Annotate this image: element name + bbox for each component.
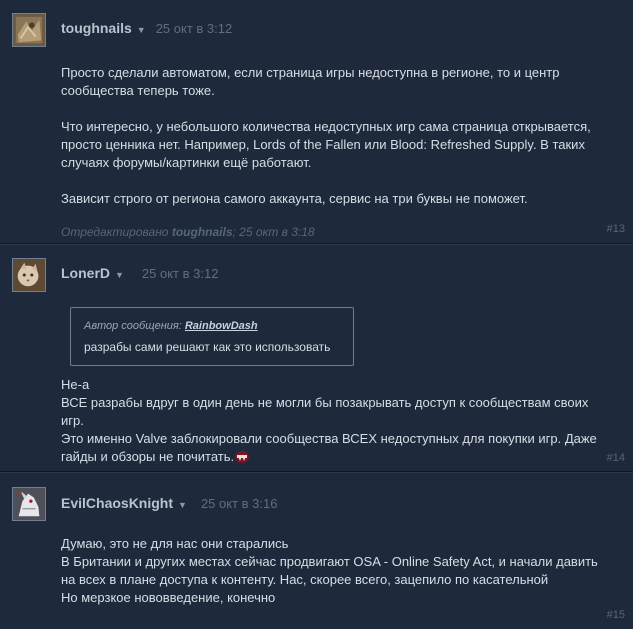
quote-author[interactable]: RainbowDash xyxy=(185,320,258,332)
post-header: EvilChaosKnight ▼ 25 окт в 3:16 xyxy=(0,473,633,521)
post-header: toughnails ▼ 25 окт в 3:12 xyxy=(0,0,633,47)
post-body: Автор сообщения: RainbowDash разрабы сам… xyxy=(0,281,607,466)
comment-post: LonerD ▼ 25 окт в 3:12 Автор сообщения: … xyxy=(0,244,633,472)
comment-post: EvilChaosKnight ▼ 25 окт в 3:16 Думаю, э… xyxy=(0,472,633,629)
quote-block: Автор сообщения: RainbowDash разрабы сам… xyxy=(70,307,354,366)
post-header: LonerD ▼ 25 окт в 3:12 xyxy=(0,245,633,292)
post-line: Думаю, это не для нас они старались xyxy=(61,536,289,551)
post-number[interactable]: #13 xyxy=(607,223,625,235)
author-name[interactable]: LonerD xyxy=(61,265,110,281)
post-line-text: Это именно Valve заблокировали сообществ… xyxy=(61,431,597,464)
post-body: Думаю, это не для нас они старались В Бр… xyxy=(0,509,607,607)
post-line: Это именно Valve заблокировали сообществ… xyxy=(61,430,607,466)
comment-thread: toughnails ▼ 25 окт в 3:12 Просто сделал… xyxy=(0,0,633,629)
post-line: В Британии и других местах сейчас продви… xyxy=(61,554,598,587)
post-timestamp: 25 окт в 3:12 xyxy=(141,266,219,281)
avatar[interactable] xyxy=(12,13,46,47)
post-paragraph: Что интересно, у небольшого количества н… xyxy=(61,119,591,170)
author-row: LonerD ▼ 25 окт в 3:12 xyxy=(61,265,218,281)
edited-note: Отредактировано toughnails; 25 окт в 3:1… xyxy=(61,223,607,241)
edited-by[interactable]: toughnails xyxy=(172,225,233,239)
quote-header: Автор сообщения: RainbowDash xyxy=(84,317,340,335)
chevron-down-icon[interactable]: ▼ xyxy=(178,500,187,510)
edited-time: ; 25 окт в 3:18 xyxy=(232,225,315,239)
quote-text: разрабы сами решают как это использовать xyxy=(84,340,331,354)
post-line: Не-а xyxy=(61,377,90,392)
author-name[interactable]: toughnails xyxy=(61,20,132,36)
post-line: ВСЕ разрабы вдруг в один день не могли б… xyxy=(61,395,589,428)
avatar[interactable] xyxy=(12,258,46,292)
chevron-down-icon[interactable]: ▼ xyxy=(115,270,124,280)
author-row: EvilChaosKnight ▼ 25 окт в 3:16 xyxy=(61,495,277,511)
post-body: Просто сделали автоматом, если страница … xyxy=(0,36,607,241)
vampire-emoticon-icon xyxy=(235,451,250,463)
post-timestamp: 25 окт в 3:12 xyxy=(155,21,233,36)
avatar[interactable] xyxy=(12,487,46,521)
post-number[interactable]: #14 xyxy=(607,452,625,464)
post-timestamp: 25 окт в 3:16 xyxy=(200,496,278,511)
chevron-down-icon[interactable]: ▼ xyxy=(137,25,146,35)
edited-prefix: Отредактировано xyxy=(61,225,169,239)
post-paragraph: Зависит строго от региона самого аккаунт… xyxy=(61,191,528,206)
post-paragraph: Просто сделали автоматом, если страница … xyxy=(61,65,560,98)
quote-label: Автор сообщения: xyxy=(84,320,182,332)
post-number[interactable]: #15 xyxy=(607,609,625,621)
comment-post: toughnails ▼ 25 окт в 3:12 Просто сделал… xyxy=(0,0,633,244)
author-row: toughnails ▼ 25 окт в 3:12 xyxy=(61,20,232,36)
post-line: Но мерзкое нововведение, конечно xyxy=(61,590,276,605)
author-name[interactable]: EvilChaosKnight xyxy=(61,495,173,511)
